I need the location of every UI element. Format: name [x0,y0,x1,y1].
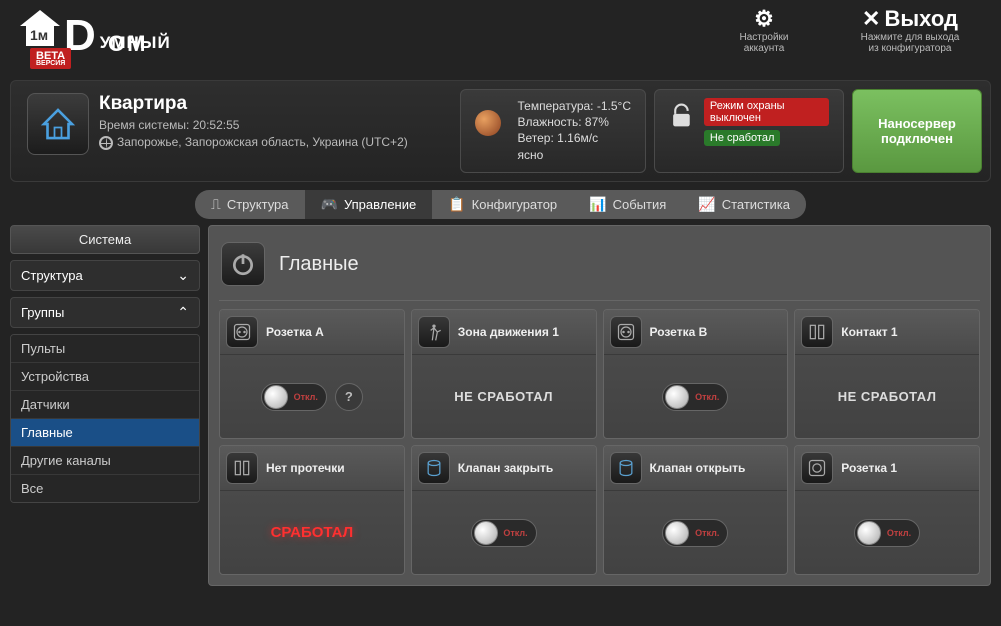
card-title: Зона движения 1 [458,325,559,339]
card-title: Розетка А [266,325,324,339]
device-card: Розетка А Откл.? [219,309,405,439]
device-card: Розетка В Откл. [603,309,789,439]
device-card: Зона движения 1 НЕ СРАБОТАЛ [411,309,597,439]
tab-control[interactable]: 🎮Управление [305,190,433,219]
toggle-switch[interactable]: Откл. [854,519,920,547]
device-card: Клапан закрыть Откл. [411,445,597,575]
close-icon: ✕ [862,6,880,32]
contact-icon [801,316,833,348]
settings-button[interactable]: ⚙ Настройки аккаунта [709,6,819,54]
socket2-icon [801,452,833,484]
toggle-switch[interactable]: Откл. [662,519,728,547]
sidebar-item[interactable]: Датчики [11,391,199,419]
status-panel: Квартира Время системы: 20:52:55 Запорож… [10,80,991,182]
sidebar-item[interactable]: Устройства [11,363,199,391]
toggle-switch[interactable]: Откл. [261,383,327,411]
sidebar-item[interactable]: Все [11,475,199,502]
globe-icon [99,136,113,150]
tab-events[interactable]: 📊События [573,190,682,219]
exit-button[interactable]: ✕ Выход Нажмите для выхода из конфигурат… [835,6,985,54]
socket-icon [226,316,258,348]
device-card: Розетка 1 Откл. [794,445,980,575]
logo: 1м D УМНЫЙ ОМ BETA ВЕРСИЯ [16,6,171,57]
main-tabs: ⎍Структура 🎮Управление 📋Конфигуратор 📊Со… [0,190,1001,219]
device-card: Нет протечки СРАБОТАЛ [219,445,405,575]
tab-structure[interactable]: ⎍Структура [195,190,305,219]
sidebar-item[interactable]: Пульты [11,335,199,363]
status-alert-label: СРАБОТАЛ [271,524,354,541]
home-card: Квартира Время системы: 20:52:55 Запорож… [19,89,452,173]
clipboard-icon: 📋 [448,196,465,213]
chevron-down-icon: ⌄ [177,267,189,284]
content-panel: Главные Розетка А Откл.? Зона движения 1 НЕ… [208,225,991,586]
chevron-up-icon: ⌃ [177,304,189,321]
crane-icon: ⎍ [211,196,221,213]
valve-icon [610,452,642,484]
tab-stats[interactable]: 📈Статистика [682,190,806,219]
status-label: НЕ СРАБОТАЛ [838,389,937,404]
tab-config[interactable]: 📋Конфигуратор [432,190,573,219]
sidebar-groups-accordion[interactable]: Группы ⌃ [10,297,200,328]
lock-open-icon [669,102,694,130]
power-icon [221,242,265,286]
sidebar: Система Структура ⌄ Группы ⌃ ПультыУстро… [10,225,200,586]
gamepad-icon: 🎮 [321,196,338,213]
home-title: Квартира [99,93,408,115]
motion-icon [418,316,450,348]
beta-badge: BETA ВЕРСИЯ [30,48,71,69]
section-title: Главные [279,253,359,276]
sidebar-system-header: Система [10,225,200,254]
valve-icon [418,452,450,484]
security-card: Режим охраны выключен Не сработал [654,89,844,173]
card-title: Нет протечки [266,461,345,475]
toggle-switch[interactable]: Откл. [471,519,537,547]
home-icon [27,93,89,155]
svg-text:1м: 1м [30,27,48,43]
sidebar-item[interactable]: Другие каналы [11,447,199,475]
device-card: Контакт 1 НЕ СРАБОТАЛ [794,309,980,439]
sidebar-structure-accordion[interactable]: Структура ⌄ [10,260,200,291]
chart-icon: 📊 [589,196,606,213]
card-title: Клапан закрыть [458,461,553,475]
sidebar-item[interactable]: Главные [11,419,199,447]
bars-icon: 📈 [698,196,715,213]
help-icon[interactable]: ? [335,383,363,411]
device-card: Клапан открыть Откл. [603,445,789,575]
card-title: Розетка 1 [841,461,897,475]
status-label: НЕ СРАБОТАЛ [454,389,553,404]
server-status-card: Наносерверподключен [852,89,982,173]
contact-icon [226,452,258,484]
weather-card: Температура: -1.5°C Влажность: 87% Ветер… [460,89,646,173]
card-title: Клапан открыть [650,461,746,475]
toggle-switch[interactable]: Откл. [662,383,728,411]
security-mode-badge: Режим охраны выключен [704,98,829,126]
security-status-badge: Не сработал [704,130,780,146]
weather-icon [475,110,501,136]
gear-icon: ⚙ [754,6,774,32]
socket-icon [610,316,642,348]
card-title: Розетка В [650,325,708,339]
card-title: Контакт 1 [841,325,897,339]
